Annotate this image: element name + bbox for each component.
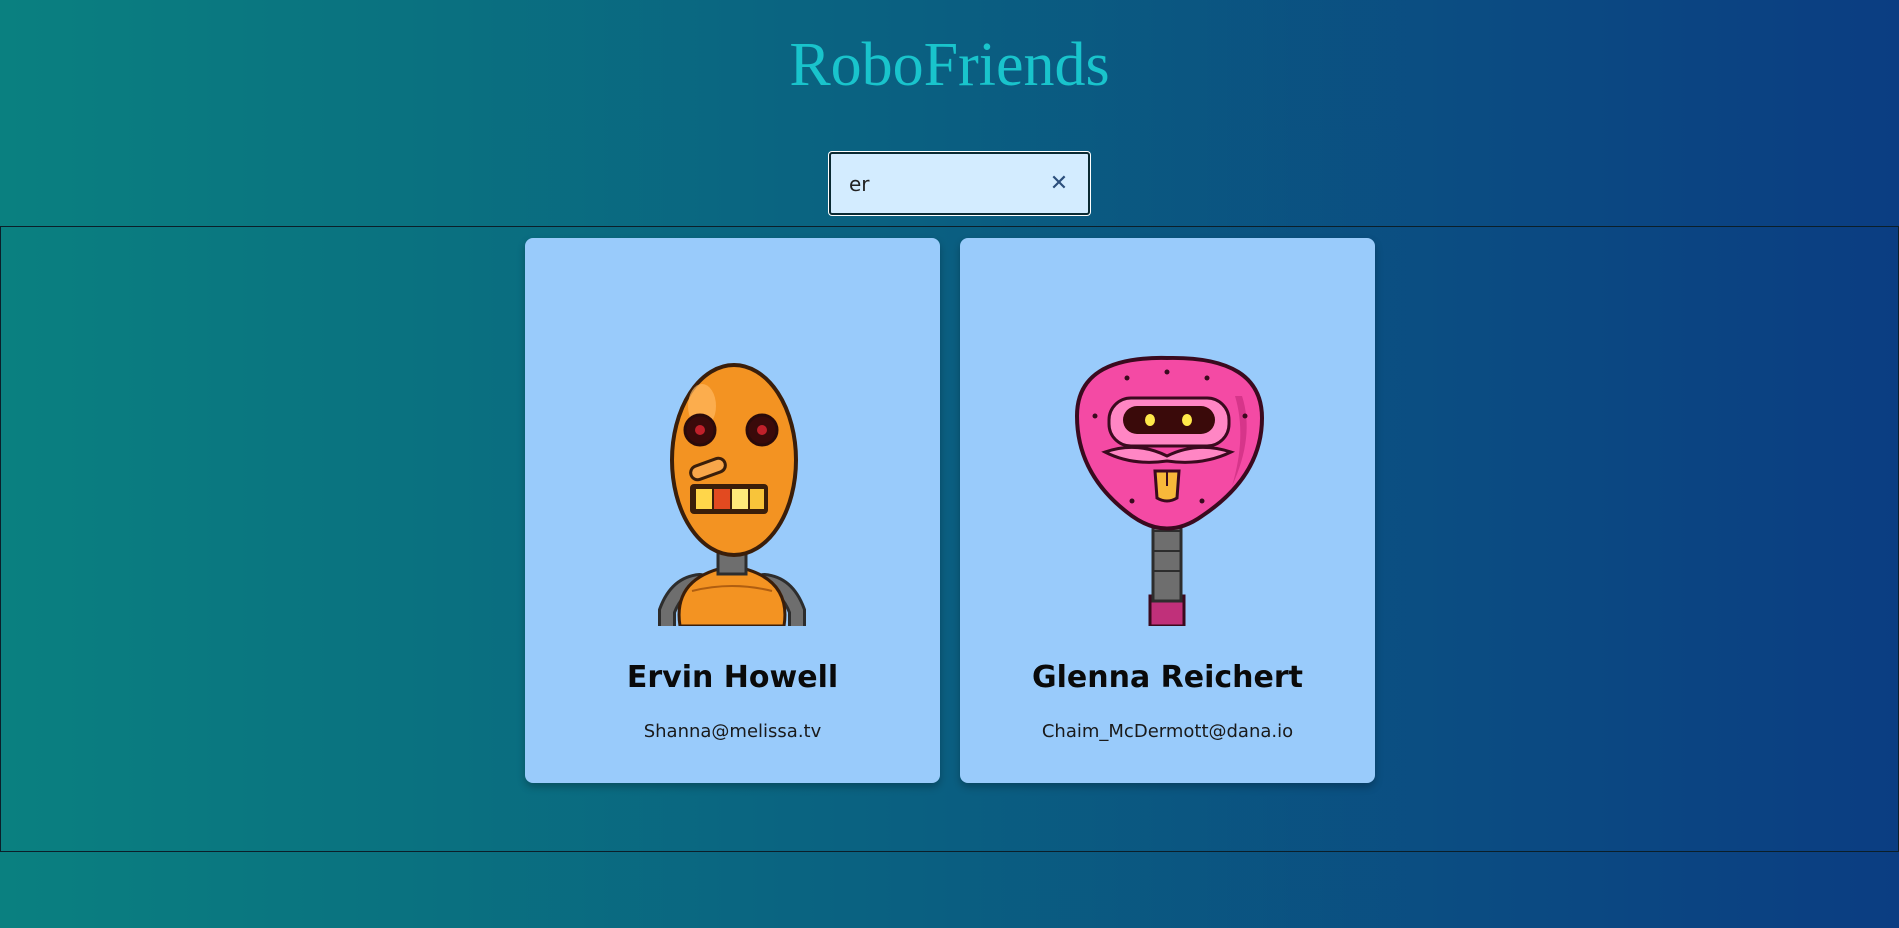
robot-avatar <box>658 363 806 626</box>
robot-list[interactable]: Ervin Howell Shanna@melissa.tv Glenna Re… <box>0 226 1899 852</box>
robot-name: Ervin Howell <box>626 660 839 695</box>
robot-avatar <box>1074 355 1265 626</box>
robot-name: Glenna Reichert <box>1031 660 1303 695</box>
app-title: RoboFriends <box>789 31 1110 99</box>
robot-email: Chaim_McDermott@dana.io <box>1041 721 1294 742</box>
robot-card[interactable]: Glenna Reichert Chaim_McDermott@dana.io <box>960 238 1375 783</box>
search-input[interactable] <box>849 170 1039 198</box>
robot-email: Shanna@melissa.tv <box>643 721 822 742</box>
close-icon[interactable]: ✕ <box>1046 170 1072 198</box>
search-box[interactable]: ✕ <box>829 152 1090 215</box>
robot-card[interactable]: Ervin Howell Shanna@melissa.tv <box>525 238 940 783</box>
